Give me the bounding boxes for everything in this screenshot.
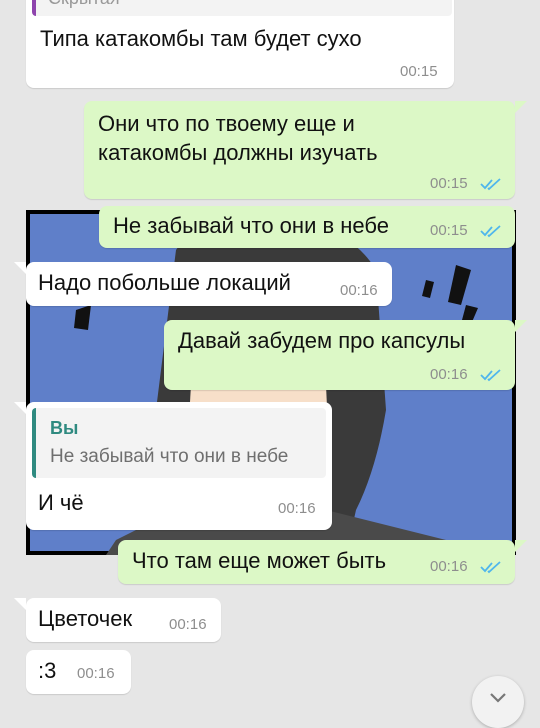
message-time: 00:16 [278,500,316,517]
message-time: 00:16 [430,558,468,575]
bubble-tail [14,402,26,414]
message-text-line2: катакомбы должны изучать [98,140,378,165]
bubble-tail [14,262,26,274]
quoted-label: Скрытая [48,0,120,9]
message-time: 00:16 [340,282,378,299]
message-outgoing[interactable]: Не забывай что они в небе 00:15 [99,206,515,248]
message-text: :3 [38,658,57,683]
double-check-icon [480,225,501,238]
bubble-tail [14,598,26,610]
message-text: И чё [38,490,84,515]
message-text: Не забывай что они в небе [113,213,389,238]
quoted-message[interactable]: Скрытая [32,0,452,16]
message-time: 00:15 [430,222,468,239]
message-time: 00:15 [430,175,468,192]
message-time: 00:16 [430,366,468,383]
message-outgoing[interactable]: Давай забудем про капсулы 00:16 [164,320,515,390]
double-check-icon [480,369,501,382]
message-time: 00:16 [77,665,115,682]
reply-text: Не забывай что они в небе [50,446,289,467]
message-text: Типа катакомбы там будет сухо [40,26,362,51]
bubble-tail [515,540,527,552]
message-incoming[interactable]: Скрытая Типа катакомбы там будет сухо 00… [26,0,454,88]
message-outgoing[interactable]: Что там еще может быть 00:16 [118,540,515,584]
message-incoming[interactable]: Вы Не забывай что они в небе И чё 00:16 [26,402,332,530]
reply-author: Вы [50,418,79,438]
chevron-down-icon [490,693,506,703]
double-check-icon [480,178,501,191]
message-incoming[interactable]: :3 00:16 [26,650,131,694]
message-text-line1: Они что по твоему еще и [98,111,355,136]
message-text: Что там еще может быть [132,548,387,573]
message-outgoing[interactable]: Они что по твоему еще и катакомбы должны… [84,101,515,199]
scroll-down-button[interactable] [472,676,524,728]
message-incoming[interactable]: Надо побольше локаций 00:16 [26,262,392,306]
message-time: 00:16 [169,616,207,633]
message-incoming[interactable]: Цветочек 00:16 [26,598,221,642]
message-time: 00:15 [400,63,438,80]
double-check-icon [480,561,501,574]
bubble-tail [515,320,527,332]
bubble-tail [515,101,527,113]
message-text: Цветочек [38,606,133,631]
reply-quote[interactable]: Вы Не забывай что они в небе [32,408,326,478]
message-text: Надо побольше локаций [38,270,291,295]
message-text: Давай забудем про капсулы [178,328,466,353]
